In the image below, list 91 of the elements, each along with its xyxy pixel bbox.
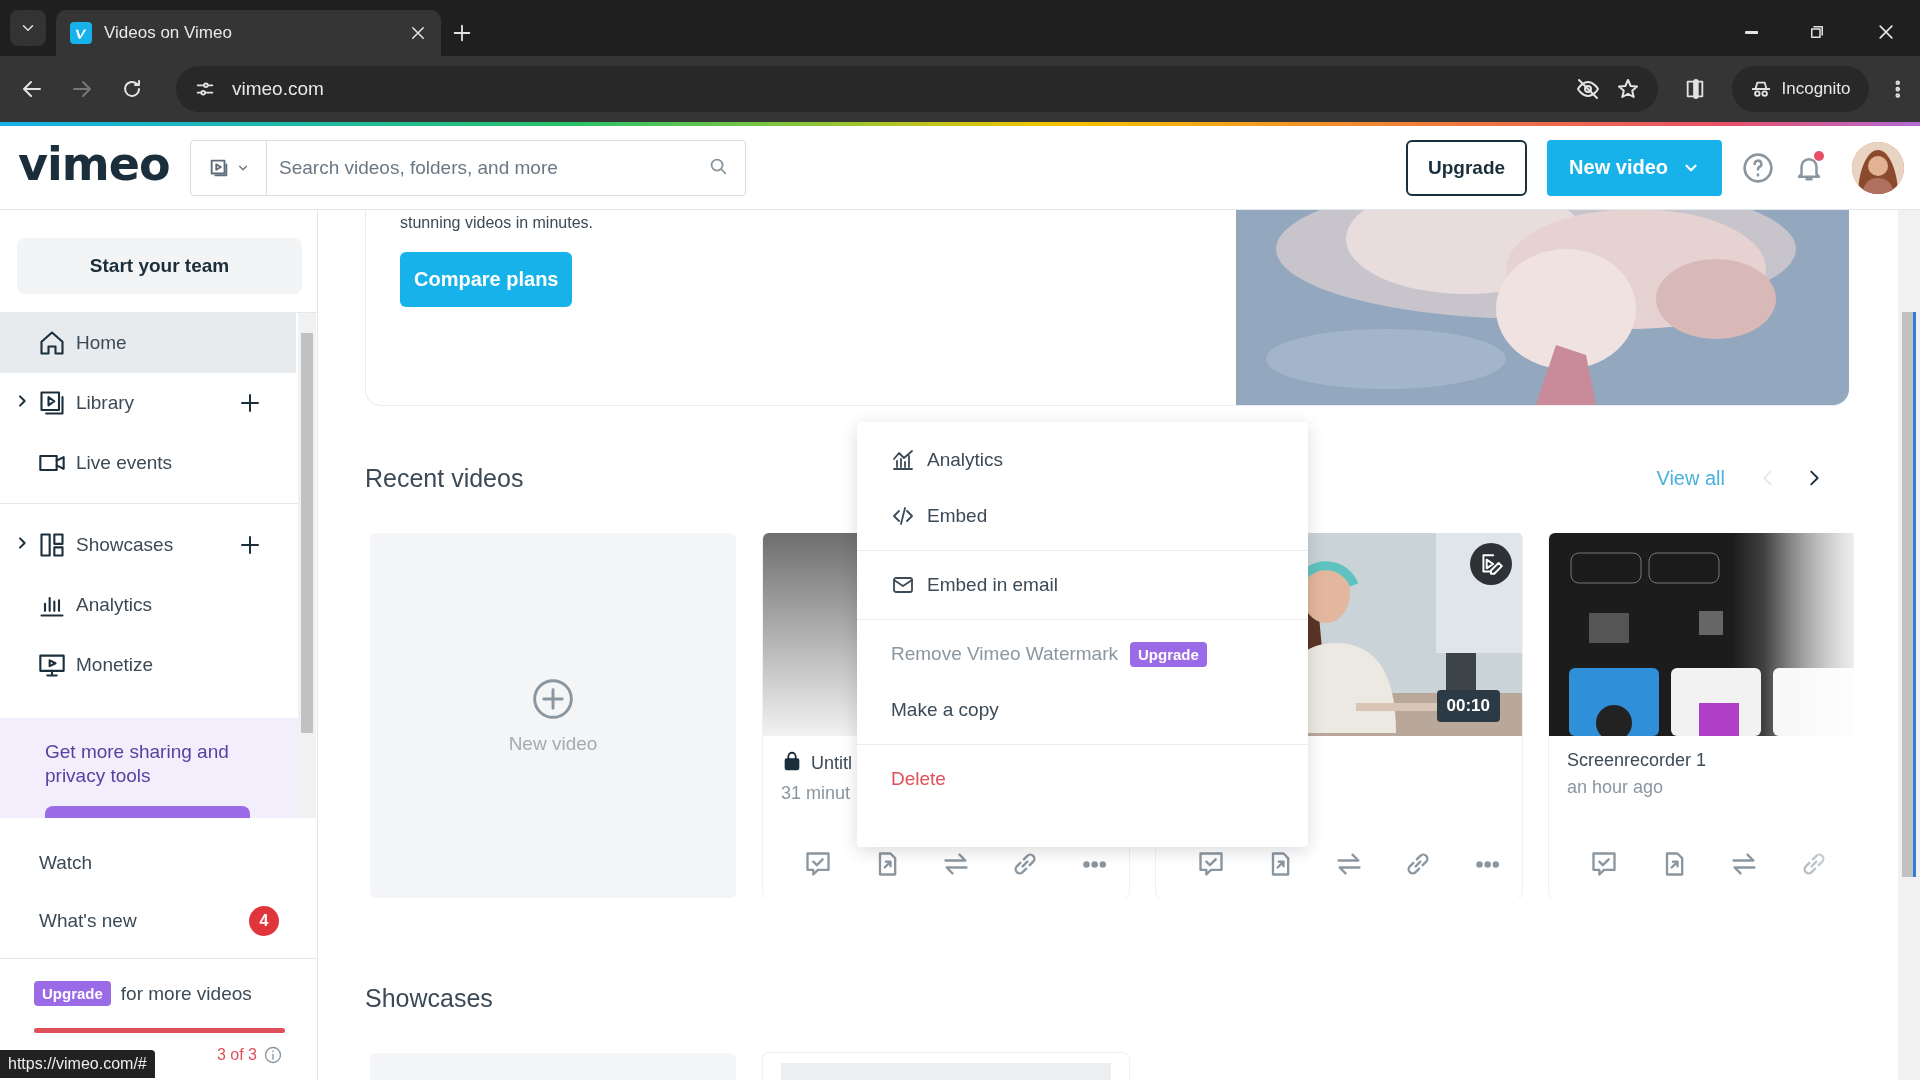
- link-label: Watch: [39, 852, 94, 874]
- sidebar-item[interactable]: Home: [0, 313, 296, 373]
- close-icon: [1876, 22, 1896, 42]
- sidebar-item[interactable]: Analytics: [0, 575, 296, 635]
- more-button[interactable]: [1475, 860, 1500, 868]
- section-title: Recent videos: [365, 463, 525, 493]
- quota-text: for more videos: [120, 982, 252, 1005]
- sidebar-label: Library: [76, 392, 136, 414]
- section-title: Showcases: [365, 982, 494, 1014]
- vimeo-logo[interactable]: vimeo: [18, 136, 190, 191]
- search-field[interactable]: Search videos, folders, and more: [267, 140, 707, 195]
- info-icon: [263, 1045, 283, 1065]
- code-icon: [891, 504, 915, 528]
- incognito-indicator[interactable]: Incognito: [1731, 66, 1869, 112]
- swap-icon: [942, 850, 970, 878]
- usage-count: 3 of 3: [216, 1046, 257, 1064]
- swap-icon: [1335, 850, 1363, 878]
- sidebar-link[interactable]: What's new 4: [0, 892, 317, 950]
- close-button[interactable]: [1876, 22, 1896, 42]
- scrollbar[interactable]: [1898, 210, 1920, 1080]
- plus-icon: [238, 533, 262, 557]
- swap-button[interactable]: [1730, 850, 1758, 878]
- more-icon: [1082, 860, 1107, 868]
- browser-tab[interactable]: Videos on Vimeo: [56, 10, 441, 56]
- video-title: Untitl: [811, 753, 852, 774]
- swap-button[interactable]: [942, 850, 970, 878]
- menu-item[interactable]: Analytics: [857, 432, 1308, 488]
- menu-icon: [1894, 79, 1900, 99]
- status-url: https://vimeo.com/#: [0, 1050, 155, 1078]
- close-button[interactable]: [409, 24, 427, 42]
- search-bar[interactable]: Search videos, folders, and more: [190, 139, 746, 196]
- menu-button[interactable]: [1894, 79, 1900, 99]
- plus-button[interactable]: [238, 533, 262, 557]
- restore-icon: [1808, 23, 1826, 41]
- review-icon: [803, 850, 832, 878]
- more-icon: [1475, 860, 1500, 868]
- video-card[interactable]: Screenrecorder 1 an hour ago: [1549, 533, 1854, 898]
- video-title: Screenrecorder 1: [1567, 750, 1707, 771]
- sidebar-label: Showcases: [76, 534, 175, 556]
- review-icon: [1196, 850, 1225, 878]
- upload-time: 31 minut: [781, 783, 851, 804]
- url-text: vimeo.com: [232, 78, 325, 100]
- avatar[interactable]: [1852, 141, 1904, 194]
- star-icon: [1615, 77, 1640, 101]
- link-label: What's new: [39, 910, 138, 932]
- sidebar-link[interactable]: Watch: [0, 834, 317, 892]
- upload-time: an hour ago: [1567, 777, 1664, 798]
- incognito-label: Incognito: [1781, 79, 1851, 99]
- swap-icon: [1730, 850, 1758, 878]
- start-team-button[interactable]: Start your team: [17, 238, 302, 294]
- scrollbar[interactable]: [298, 313, 316, 818]
- sidebar-label: Live events: [76, 452, 174, 474]
- sidebar-item[interactable]: Showcases: [0, 515, 296, 575]
- close-icon: [409, 24, 427, 42]
- new-video-label: New video: [508, 732, 598, 755]
- more-button[interactable]: [1082, 860, 1107, 868]
- review-button[interactable]: [1196, 850, 1225, 878]
- home-icon: [38, 329, 66, 357]
- sidebar-label: Monetize: [76, 654, 155, 676]
- promo-text: Get more sharing and privacy tools: [45, 740, 230, 788]
- chart-icon: [891, 448, 915, 472]
- upgrade-button[interactable]: Upgrade: [1406, 139, 1528, 196]
- help-button[interactable]: [1742, 151, 1774, 184]
- address-bar[interactable]: vimeo.com: [176, 66, 1658, 112]
- sidebar-item[interactable]: Monetize: [0, 635, 296, 695]
- plus-button[interactable]: [451, 22, 473, 44]
- tab-title: Videos on Vimeo: [104, 23, 233, 43]
- sidebar-item[interactable]: Live events: [0, 433, 296, 493]
- duration-label: 00:10: [1436, 690, 1500, 722]
- plus-icon: [238, 391, 262, 415]
- sidebar-label: Home: [76, 332, 128, 354]
- minimize-icon: [1744, 30, 1758, 34]
- favicon-icon: [70, 22, 92, 44]
- review-button[interactable]: [1590, 850, 1618, 878]
- swap-button[interactable]: [1335, 850, 1363, 878]
- upgrade-badge[interactable]: Upgrade: [34, 981, 111, 1006]
- hero-text: stunning videos in minutes.: [400, 214, 594, 232]
- review-icon: [1590, 850, 1618, 878]
- plus-icon: [451, 22, 473, 44]
- upgrade-badge: Upgrade: [1130, 641, 1207, 667]
- sidebar-label: Analytics: [76, 594, 154, 616]
- help-icon: [1742, 151, 1774, 184]
- tab-list-button[interactable]: [10, 10, 46, 46]
- plus-circle-icon: [531, 676, 575, 721]
- review-button[interactable]: [803, 850, 832, 878]
- plus-button[interactable]: [238, 391, 262, 415]
- sidebar-item[interactable]: Library: [0, 373, 296, 433]
- count-badge: 4: [249, 906, 279, 936]
- library-icon: [38, 389, 66, 417]
- layout-icon: [38, 531, 66, 559]
- eye-off-icon: [1575, 77, 1600, 101]
